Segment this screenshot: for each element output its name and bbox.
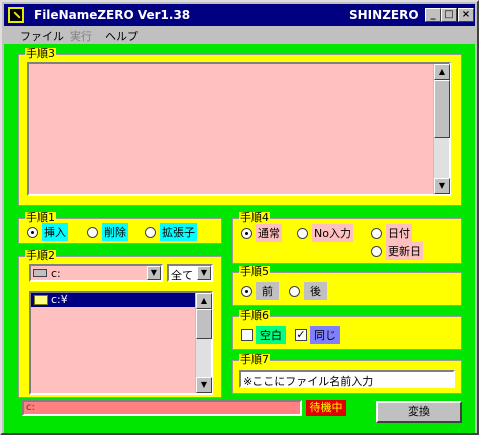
step6-check-same[interactable]: ✓ 同じ [295,326,340,344]
checkbox-icon [241,329,253,341]
brand-label: SHINZERO [349,8,419,22]
step7-legend: 手順7 [239,353,270,366]
status-badge: 待機中 [306,400,346,416]
step5-option-after[interactable]: 後 [289,282,327,300]
step4-option-number[interactable]: No入力 [297,224,353,242]
menu-bar: ファイル 実行 ヘルプ [4,26,475,44]
filename-input[interactable]: ※ここにファイル名前入力 [239,370,455,388]
step6-legend: 手順6 [239,309,270,322]
radio-selected-icon [241,227,252,239]
minimize-button[interactable]: _ [425,8,441,22]
folder-icon [34,295,48,305]
radio-selected-icon [27,226,38,238]
client-area: 手順3 ▲ ▼ 手順1 挿入 削除 拡張子 手順2 c: ▼ 全て ▼ c:¥ … [4,44,475,433]
scroll-thumb[interactable] [434,80,450,138]
drive-value: c: [51,267,61,280]
scroll-down-icon[interactable]: ▼ [196,377,212,393]
radio-icon [289,285,300,297]
step6-check-space[interactable]: 空白 [241,326,286,344]
scroll-thumb[interactable] [196,309,212,339]
chevron-down-icon[interactable]: ▼ [147,266,161,280]
radio-icon [87,226,98,238]
step6-group: 手順6 空白 ✓ 同じ [232,310,462,350]
close-button[interactable]: × [458,8,474,22]
menu-file[interactable]: ファイル [20,28,64,44]
step3-textarea[interactable]: ▲ ▼ [27,62,451,196]
step7-group: 手順7 ※ここにファイル名前入力 [232,354,462,394]
list-item-selected[interactable]: c:¥ [31,293,195,307]
radio-selected-icon [241,285,252,297]
step1-option-insert[interactable]: 挿入 [27,223,68,241]
maximize-button[interactable]: □ [441,8,457,22]
filter-select[interactable]: 全て ▼ [167,264,213,282]
convert-button[interactable]: 変換 [376,401,462,423]
drive-icon [33,269,47,277]
window-title: FileNameZERO Ver1.38 [34,8,191,22]
radio-icon [145,226,156,238]
filter-value: 全て [171,269,193,282]
step2-group: 手順2 c: ▼ 全て ▼ c:¥ ▲ ▼ [18,250,222,398]
minimize-icon: _ [430,9,436,20]
step1-option-delete[interactable]: 削除 [87,223,128,241]
menu-help[interactable]: ヘルプ [105,28,138,44]
step4-option-date[interactable]: 日付 [371,224,412,242]
step2-legend: 手順2 [25,249,56,262]
step4-option-modified-date[interactable]: 更新日 [371,242,423,260]
app-icon[interactable] [8,7,24,23]
maximize-icon: □ [444,9,454,20]
title-bar[interactable]: FileNameZERO Ver1.38 SHINZERO _ □ × [4,4,475,26]
menu-run[interactable]: 実行 [70,28,92,44]
scroll-up-icon[interactable]: ▲ [196,293,212,309]
drive-select[interactable]: c: ▼ [29,264,163,282]
folder-list[interactable]: c:¥ ▲ ▼ [29,291,213,395]
chevron-down-icon[interactable]: ▼ [197,266,211,280]
step1-option-extension[interactable]: 拡張子 [145,223,197,241]
status-path: c: [22,400,302,416]
step3-scrollbar[interactable]: ▲ ▼ [433,64,450,194]
step3-group: 手順3 ▲ ▼ [18,48,462,206]
radio-icon [371,227,382,239]
step4-option-normal[interactable]: 通常 [241,224,282,242]
scroll-up-icon[interactable]: ▲ [434,64,450,80]
step1-group: 手順1 挿入 削除 拡張子 [18,212,222,244]
step3-legend: 手順3 [25,47,56,60]
step5-option-before[interactable]: 前 [241,282,279,300]
step5-group: 手順5 前 後 [232,266,462,306]
step4-group: 手順4 通常 No入力 日付 更新日 [232,212,462,264]
scroll-down-icon[interactable]: ▼ [434,178,450,194]
app-window: FileNameZERO Ver1.38 SHINZERO _ □ × ファイル… [0,0,479,435]
radio-icon [371,245,382,257]
checkbox-checked-icon: ✓ [295,328,307,341]
close-icon: × [461,9,471,20]
folder-label: c:¥ [51,293,68,306]
folder-scrollbar[interactable]: ▲ ▼ [195,293,212,393]
step4-legend: 手順4 [239,211,270,224]
step5-legend: 手順5 [239,265,270,278]
radio-icon [297,227,308,239]
